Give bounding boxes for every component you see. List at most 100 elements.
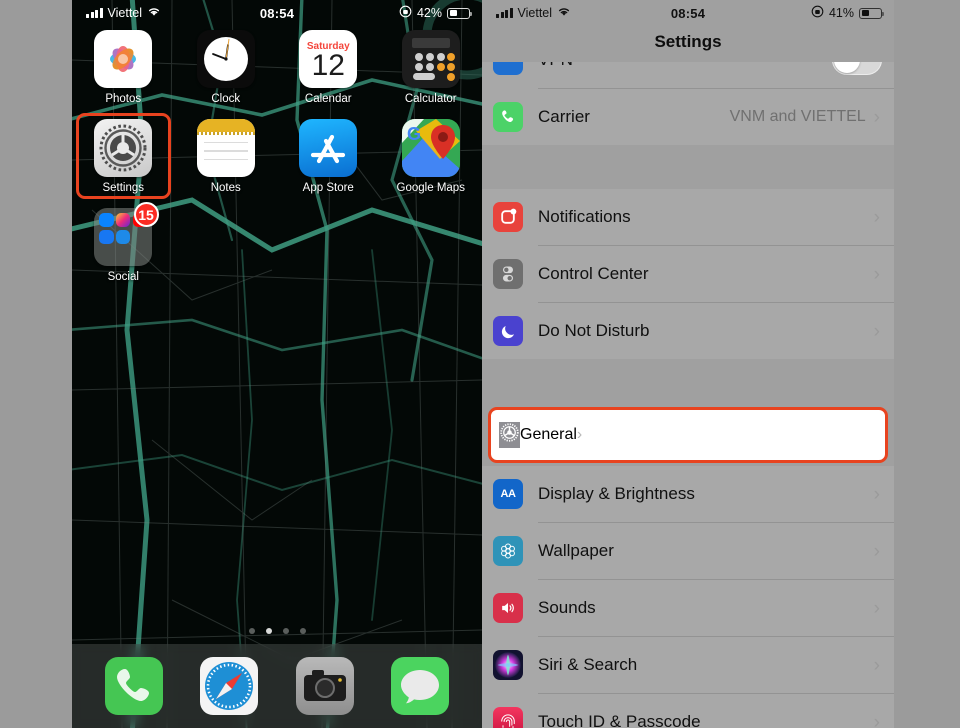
google-maps-icon: G: [401, 119, 460, 177]
chevron-right-icon: ›: [873, 654, 880, 676]
battery-icon: [859, 7, 884, 19]
rotation-lock-icon: [811, 5, 824, 21]
battery-percent: 42%: [416, 6, 442, 20]
touch-id-icon: [493, 707, 523, 728]
vpn-toggle[interactable]: [832, 62, 882, 75]
app-store-icon: [299, 119, 358, 177]
svg-text:G: G: [407, 124, 421, 144]
messenger-mini-icon: [99, 213, 114, 228]
chevron-right-icon: ›: [873, 597, 880, 619]
page-dot[interactable]: [299, 628, 306, 634]
chevron-right-icon: ›: [873, 206, 880, 228]
settings-icon: [94, 119, 153, 177]
settings-group-general: AA Display & Brightness › Wallpaper › So…: [482, 466, 894, 728]
messages-icon[interactable]: [391, 657, 450, 715]
app-icon-app-store[interactable]: App Store: [277, 119, 380, 194]
zalo-mini-icon: [116, 229, 131, 245]
app-label: Google Maps: [396, 182, 465, 194]
settings-row-carrier[interactable]: Carrier VNM and VIETTEL ›: [482, 89, 894, 145]
app-icon-settings[interactable]: Settings: [72, 113, 175, 199]
phone-icon[interactable]: [104, 657, 163, 715]
siri-search-icon: [493, 650, 523, 680]
settings-group-notifications: Notifications › Control Center › Do Not …: [482, 189, 894, 359]
app-icon-google-maps[interactable]: G Google Maps: [380, 119, 483, 194]
sounds-icon: [493, 593, 523, 623]
app-icon-notes[interactable]: Notes: [175, 119, 278, 194]
settings-list: VPN Carrier VNM and VIETTEL › Notifica: [482, 62, 894, 728]
app-label: Settings: [102, 182, 145, 194]
settings-row-control-center[interactable]: Control Center ›: [482, 246, 894, 302]
app-label: Social: [107, 271, 139, 283]
settings-row-notifications[interactable]: Notifications ›: [482, 189, 894, 245]
do-not-disturb-icon: [493, 316, 523, 346]
instagram-mini-icon: [116, 213, 131, 228]
settings-row-label: Carrier: [538, 107, 590, 126]
settings-app-panel: Viettel 08:54 41% Settings VPN: [482, 0, 894, 728]
page-dots[interactable]: [72, 628, 482, 634]
settings-row-vpn[interactable]: VPN: [482, 62, 894, 88]
home-screen-phone: Viettel 08:54 42% Photos Clock Saturday …: [72, 0, 482, 728]
battery-icon: [447, 7, 472, 19]
page-dot[interactable]: [248, 628, 255, 634]
app-row: 15 Social: [72, 202, 482, 297]
settings-row-display-brightness[interactable]: AA Display & Brightness ›: [482, 466, 894, 522]
settings-row-siri-search[interactable]: Siri & Search ›: [482, 637, 894, 693]
settings-row-label: Sounds: [538, 598, 596, 617]
app-grid: Photos Clock Saturday 12 Calendar Calcul…: [72, 30, 482, 297]
vpn-icon: [493, 62, 523, 75]
chevron-right-icon: ›: [576, 426, 583, 443]
rotation-lock-icon: [399, 5, 412, 21]
photos-icon: [94, 30, 153, 88]
app-icon-photos[interactable]: Photos: [72, 30, 175, 105]
app-label: Notes: [210, 182, 241, 194]
camera-icon[interactable]: [295, 657, 354, 715]
chevron-right-icon: ›: [873, 540, 880, 562]
settings-row-label: General: [520, 426, 577, 443]
app-row: Photos Clock Saturday 12 Calendar Calcul…: [72, 30, 482, 119]
settings-row-label: VPN: [538, 62, 573, 70]
settings-row-touch-id[interactable]: Touch ID & Passcode ›: [482, 694, 894, 728]
display-brightness-icon: AA: [493, 479, 523, 509]
app-label: Photos: [105, 93, 142, 105]
calculator-icon: [401, 30, 460, 88]
app-icon-calendar[interactable]: Saturday 12 Calendar: [277, 30, 380, 105]
app-icon-clock[interactable]: Clock: [175, 30, 278, 105]
settings-row-label: Wallpaper: [538, 541, 614, 560]
page-dot[interactable]: [282, 628, 289, 634]
settings-row-label: Notifications: [538, 207, 631, 226]
settings-row-label: Touch ID & Passcode: [538, 712, 701, 728]
settings-row-label: Do Not Disturb: [538, 321, 650, 340]
settings-row-wallpaper[interactable]: Wallpaper ›: [482, 523, 894, 579]
settings-row-label: Control Center: [538, 264, 649, 283]
settings-row-sounds[interactable]: Sounds ›: [482, 580, 894, 636]
chevron-right-icon: ›: [873, 320, 880, 342]
chevron-right-icon: ›: [873, 483, 880, 505]
clock-icon: [196, 30, 255, 88]
settings-row-do-not-disturb[interactable]: Do Not Disturb ›: [482, 303, 894, 359]
wallpaper-icon: [493, 536, 523, 566]
dock: [72, 644, 482, 728]
notes-icon: [196, 119, 255, 177]
notifications-icon: [493, 202, 523, 232]
calendar-day: 12: [311, 48, 345, 82]
app-folder-social[interactable]: 15 Social: [72, 202, 175, 283]
settings-status-bar: Viettel 08:54 41%: [482, 0, 894, 26]
general-icon: [499, 422, 520, 448]
settings-row-general[interactable]: General ›: [488, 407, 888, 463]
page-dot-active[interactable]: [265, 628, 272, 634]
chevron-right-icon: ›: [873, 263, 880, 285]
battery-percent: 41%: [828, 6, 854, 20]
settings-row-label: Siri & Search: [538, 655, 638, 674]
safari-icon[interactable]: [200, 657, 259, 715]
general-row-highlight: General ›: [482, 407, 894, 463]
chevron-right-icon: ›: [873, 711, 880, 728]
facebook-mini-icon: [99, 229, 114, 245]
folder-badge: 15: [133, 202, 159, 227]
app-label: Calendar: [304, 93, 352, 105]
settings-row-label: Display & Brightness: [538, 484, 695, 503]
app-row: Settings Notes App Store G Google Maps: [72, 113, 483, 208]
app-label: App Store: [302, 182, 354, 194]
chevron-right-icon: ›: [873, 106, 880, 128]
app-icon-calculator[interactable]: Calculator: [380, 30, 483, 105]
